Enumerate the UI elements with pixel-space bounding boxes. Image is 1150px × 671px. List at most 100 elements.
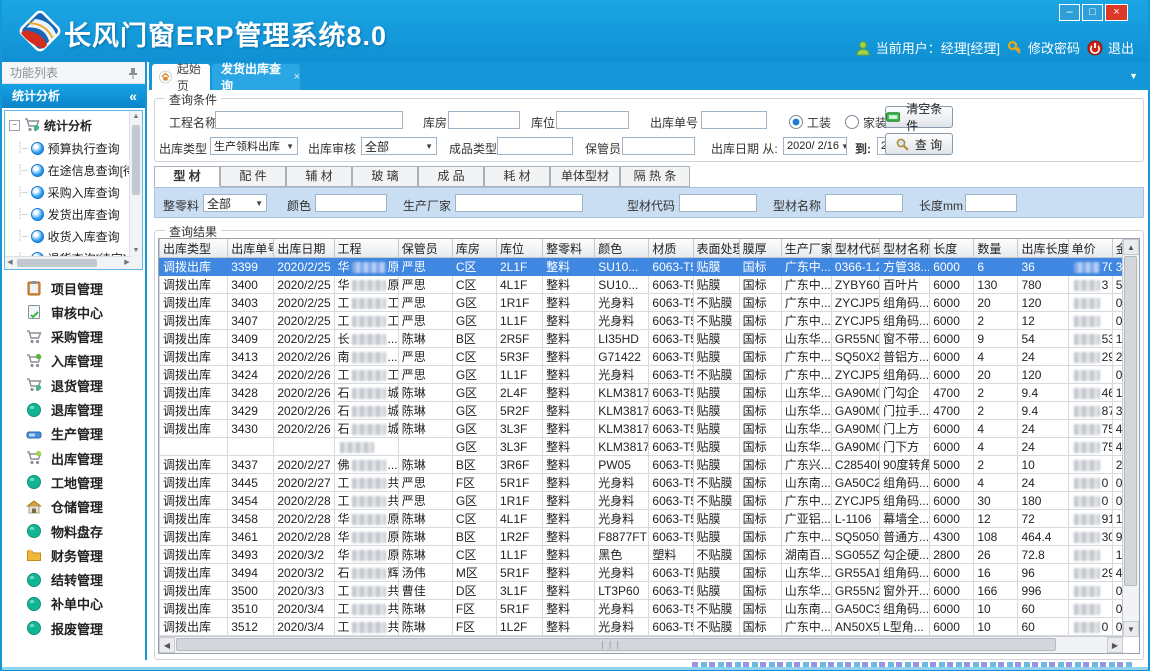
sidebar-item-5[interactable]: 退库管理 (4, 398, 143, 422)
tree-horizontal-scrollbar[interactable]: ◀ ▶ (5, 256, 132, 269)
column-header-11[interactable]: 膜厚 (739, 239, 781, 258)
material-tab-3[interactable]: 玻 璃 (352, 166, 418, 187)
profile-code-input[interactable] (679, 194, 757, 212)
close-button[interactable]: × (1105, 4, 1128, 21)
column-header-0[interactable]: 出库类型 (160, 239, 228, 258)
scroll-up-icon[interactable]: ▲ (1123, 239, 1139, 255)
radio-gongzhuang[interactable]: 工装 (789, 114, 831, 131)
order-no-input[interactable] (701, 111, 767, 129)
sidebar-item-7[interactable]: 出库管理 (4, 446, 143, 470)
length-input[interactable] (965, 194, 1017, 212)
column-header-2[interactable]: 出库日期 (274, 239, 334, 258)
material-tab-0[interactable]: 型 材 (154, 166, 220, 187)
sidebar-item-11[interactable]: 财务管理 (4, 543, 143, 567)
sidebar-item-10[interactable]: 物料盘存 (4, 519, 143, 543)
material-tab-6[interactable]: 单体型材 (550, 166, 620, 187)
material-tab-2[interactable]: 辅 材 (286, 166, 352, 187)
scroll-left-icon[interactable]: ◀ (159, 637, 175, 653)
column-header-1[interactable]: 出库单号 (228, 239, 274, 258)
material-tab-4[interactable]: 成 品 (418, 166, 484, 187)
column-header-16[interactable]: 数量 (974, 239, 1018, 258)
table-row[interactable]: 调拨出库34452020/2/27工共工程严思F区5R1F整料光身料6063-T… (160, 474, 1124, 492)
radio-jiazhuang[interactable]: 家装 (845, 114, 887, 131)
column-header-9[interactable]: 材质 (649, 239, 693, 258)
column-header-15[interactable]: 长度 (930, 239, 974, 258)
warehouse-input[interactable] (448, 111, 520, 129)
tree-expander-icon[interactable]: − (9, 120, 20, 131)
sidebar-item-3[interactable]: 入库管理 (4, 349, 143, 373)
change-password-button[interactable]: 修改密码 (1007, 38, 1080, 57)
whole-part-select[interactable]: 全部▼ (203, 194, 267, 212)
material-tab-7[interactable]: 隔 热 条 (620, 166, 690, 187)
product-type-input[interactable] (497, 137, 573, 155)
tree-item-0[interactable]: ┊–预算执行查询 (17, 138, 120, 158)
sidebar-item-9[interactable]: 仓储管理 (4, 495, 143, 519)
project-name-input[interactable] (215, 111, 403, 129)
table-row[interactable]: 调拨出库34582020/2/28华原...陈琳C区4L1F整料光身料6063-… (160, 510, 1124, 528)
material-tab-1[interactable]: 配 件 (220, 166, 286, 187)
column-header-6[interactable]: 库位 (496, 239, 542, 258)
tree-item-3[interactable]: ┊–发货出库查询 (17, 204, 120, 224)
table-row[interactable]: 调拨出库35102020/3/4工共工程陈琳F区5R1F整料光身料6063-T5… (160, 600, 1124, 618)
out-type-select[interactable]: 生产领料出库▼ (210, 137, 298, 155)
sidebar-item-1[interactable]: 审核中心 (4, 300, 143, 324)
sidebar-item-13[interactable]: 补单中心 (4, 592, 143, 616)
column-header-8[interactable]: 颜色 (595, 239, 649, 258)
table-row[interactable]: 调拨出库34072020/2/25工工程严思G区1L1F整料光身料6063-T5… (160, 312, 1124, 330)
table-row[interactable]: 调拨出库34942020/3/2石辉城汤伟M区5R1F整料光身料6063-T5贴… (160, 564, 1124, 582)
tab-active-shipment-query[interactable]: 发货出库查询 × (212, 64, 300, 90)
tree-root-statistics[interactable]: −统计分析 (9, 115, 92, 135)
sidebar-item-2[interactable]: 采购管理 (4, 325, 143, 349)
sidebar-item-0[interactable]: 项目管理 (4, 276, 143, 300)
table-row[interactable]: 调拨出库34932020/3/2华原...陈琳C区1L1F整料黑色塑料不贴膜国标… (160, 546, 1124, 564)
pin-icon[interactable] (128, 67, 138, 79)
search-button[interactable]: 查 询 (885, 133, 953, 155)
color-input[interactable] (315, 194, 387, 212)
minimize-button[interactable]: – (1059, 4, 1080, 21)
tree-item-1[interactable]: ┊–在途信息查询[待 (17, 160, 135, 180)
table-row[interactable]: 调拨出库34302020/2/26石城陈琳G区3L3F整料KLM38176063… (160, 420, 1124, 438)
table-row[interactable]: 调拨出库34542020/2/28工共工程严思G区1R1F整料光身料6063-T… (160, 492, 1124, 510)
table-row[interactable]: 调拨出库34002020/2/25华原...严思C区4L1F整料SU10...6… (160, 276, 1124, 294)
collapse-icon[interactable]: « (129, 84, 137, 108)
column-header-13[interactable]: 型材代码 (831, 239, 879, 258)
column-header-5[interactable]: 库房 (452, 239, 496, 258)
table-row[interactable]: 调拨出库35122020/3/4工共工程陈琳F区1L2F整料光身料6063-T5… (160, 618, 1124, 636)
column-header-12[interactable]: 生产厂家 (781, 239, 831, 258)
table-row[interactable]: 调拨出库34372020/2/27佛...陈琳B区3R6F整料PW056063-… (160, 456, 1124, 474)
table-row[interactable]: 调拨出库33992020/2/25华原...严思C区2L1F整料SU10...6… (160, 258, 1124, 276)
table-row[interactable]: 调拨出库34292020/2/26石城陈琳G区5R2F整料KLM38176063… (160, 402, 1124, 420)
table-row[interactable]: 调拨出库34092020/2/25长...陈琳B区2R5F整料LI35HD606… (160, 330, 1124, 348)
grid-horizontal-scrollbar[interactable]: ◀ ❘❘❘ ▶ (159, 636, 1123, 653)
tree-item-4[interactable]: ┊–收货入库查询 (17, 226, 120, 246)
grid-vertical-scrollbar[interactable]: ▲ ▼ (1122, 239, 1139, 637)
column-header-3[interactable]: 工程 (334, 239, 398, 258)
table-row[interactable]: 调拨出库34612020/2/28华原...陈琳B区1R2F整料F8877FT6… (160, 528, 1124, 546)
table-row[interactable]: G区3L3F整料KLM38176063-T5贴膜国标山东华...GA90M09.… (160, 438, 1124, 456)
column-header-17[interactable]: 出库长度 (1018, 239, 1068, 258)
table-row[interactable]: 调拨出库35002020/3/3工共工程曹佳D区3L1F整料LT3P606063… (160, 582, 1124, 600)
table-row[interactable]: 调拨出库34032020/2/25工工程严思G区1R1F整料光身料6063-T5… (160, 294, 1124, 312)
scroll-right-icon[interactable]: ▶ (1107, 637, 1123, 653)
tab-overflow-icon[interactable]: ▼ (1129, 71, 1138, 81)
sidebar-item-14[interactable]: 报废管理 (4, 616, 143, 640)
section-header[interactable]: 统计分析 « (2, 84, 145, 108)
tab-close-icon[interactable]: × (294, 71, 300, 83)
logout-button[interactable]: 退出 (1087, 38, 1134, 57)
keeper-input[interactable] (622, 137, 695, 155)
column-header-14[interactable]: 型材名称 (880, 239, 930, 258)
column-header-18[interactable]: 单价 (1068, 239, 1112, 258)
sidebar-item-8[interactable]: 工地管理 (4, 470, 143, 494)
sidebar-item-6[interactable]: 生产管理 (4, 422, 143, 446)
sidebar-item-12[interactable]: 结转管理 (4, 568, 143, 592)
column-header-10[interactable]: 表面处理 (693, 239, 739, 258)
scroll-down-icon[interactable]: ▼ (1123, 621, 1139, 637)
tree-item-2[interactable]: ┊–采购入库查询 (17, 182, 120, 202)
sidebar-item-4[interactable]: 退货管理 (4, 373, 143, 397)
profile-name-input[interactable] (825, 194, 903, 212)
table-row[interactable]: 调拨出库34242020/2/26工工程严思G区1L1F整料光身料6063-T5… (160, 366, 1124, 384)
column-header-7[interactable]: 整零料 (543, 239, 595, 258)
tree-vertical-scrollbar[interactable]: ▲ ▼ (129, 111, 142, 269)
location-input[interactable] (556, 111, 629, 129)
column-header-4[interactable]: 保管员 (398, 239, 452, 258)
